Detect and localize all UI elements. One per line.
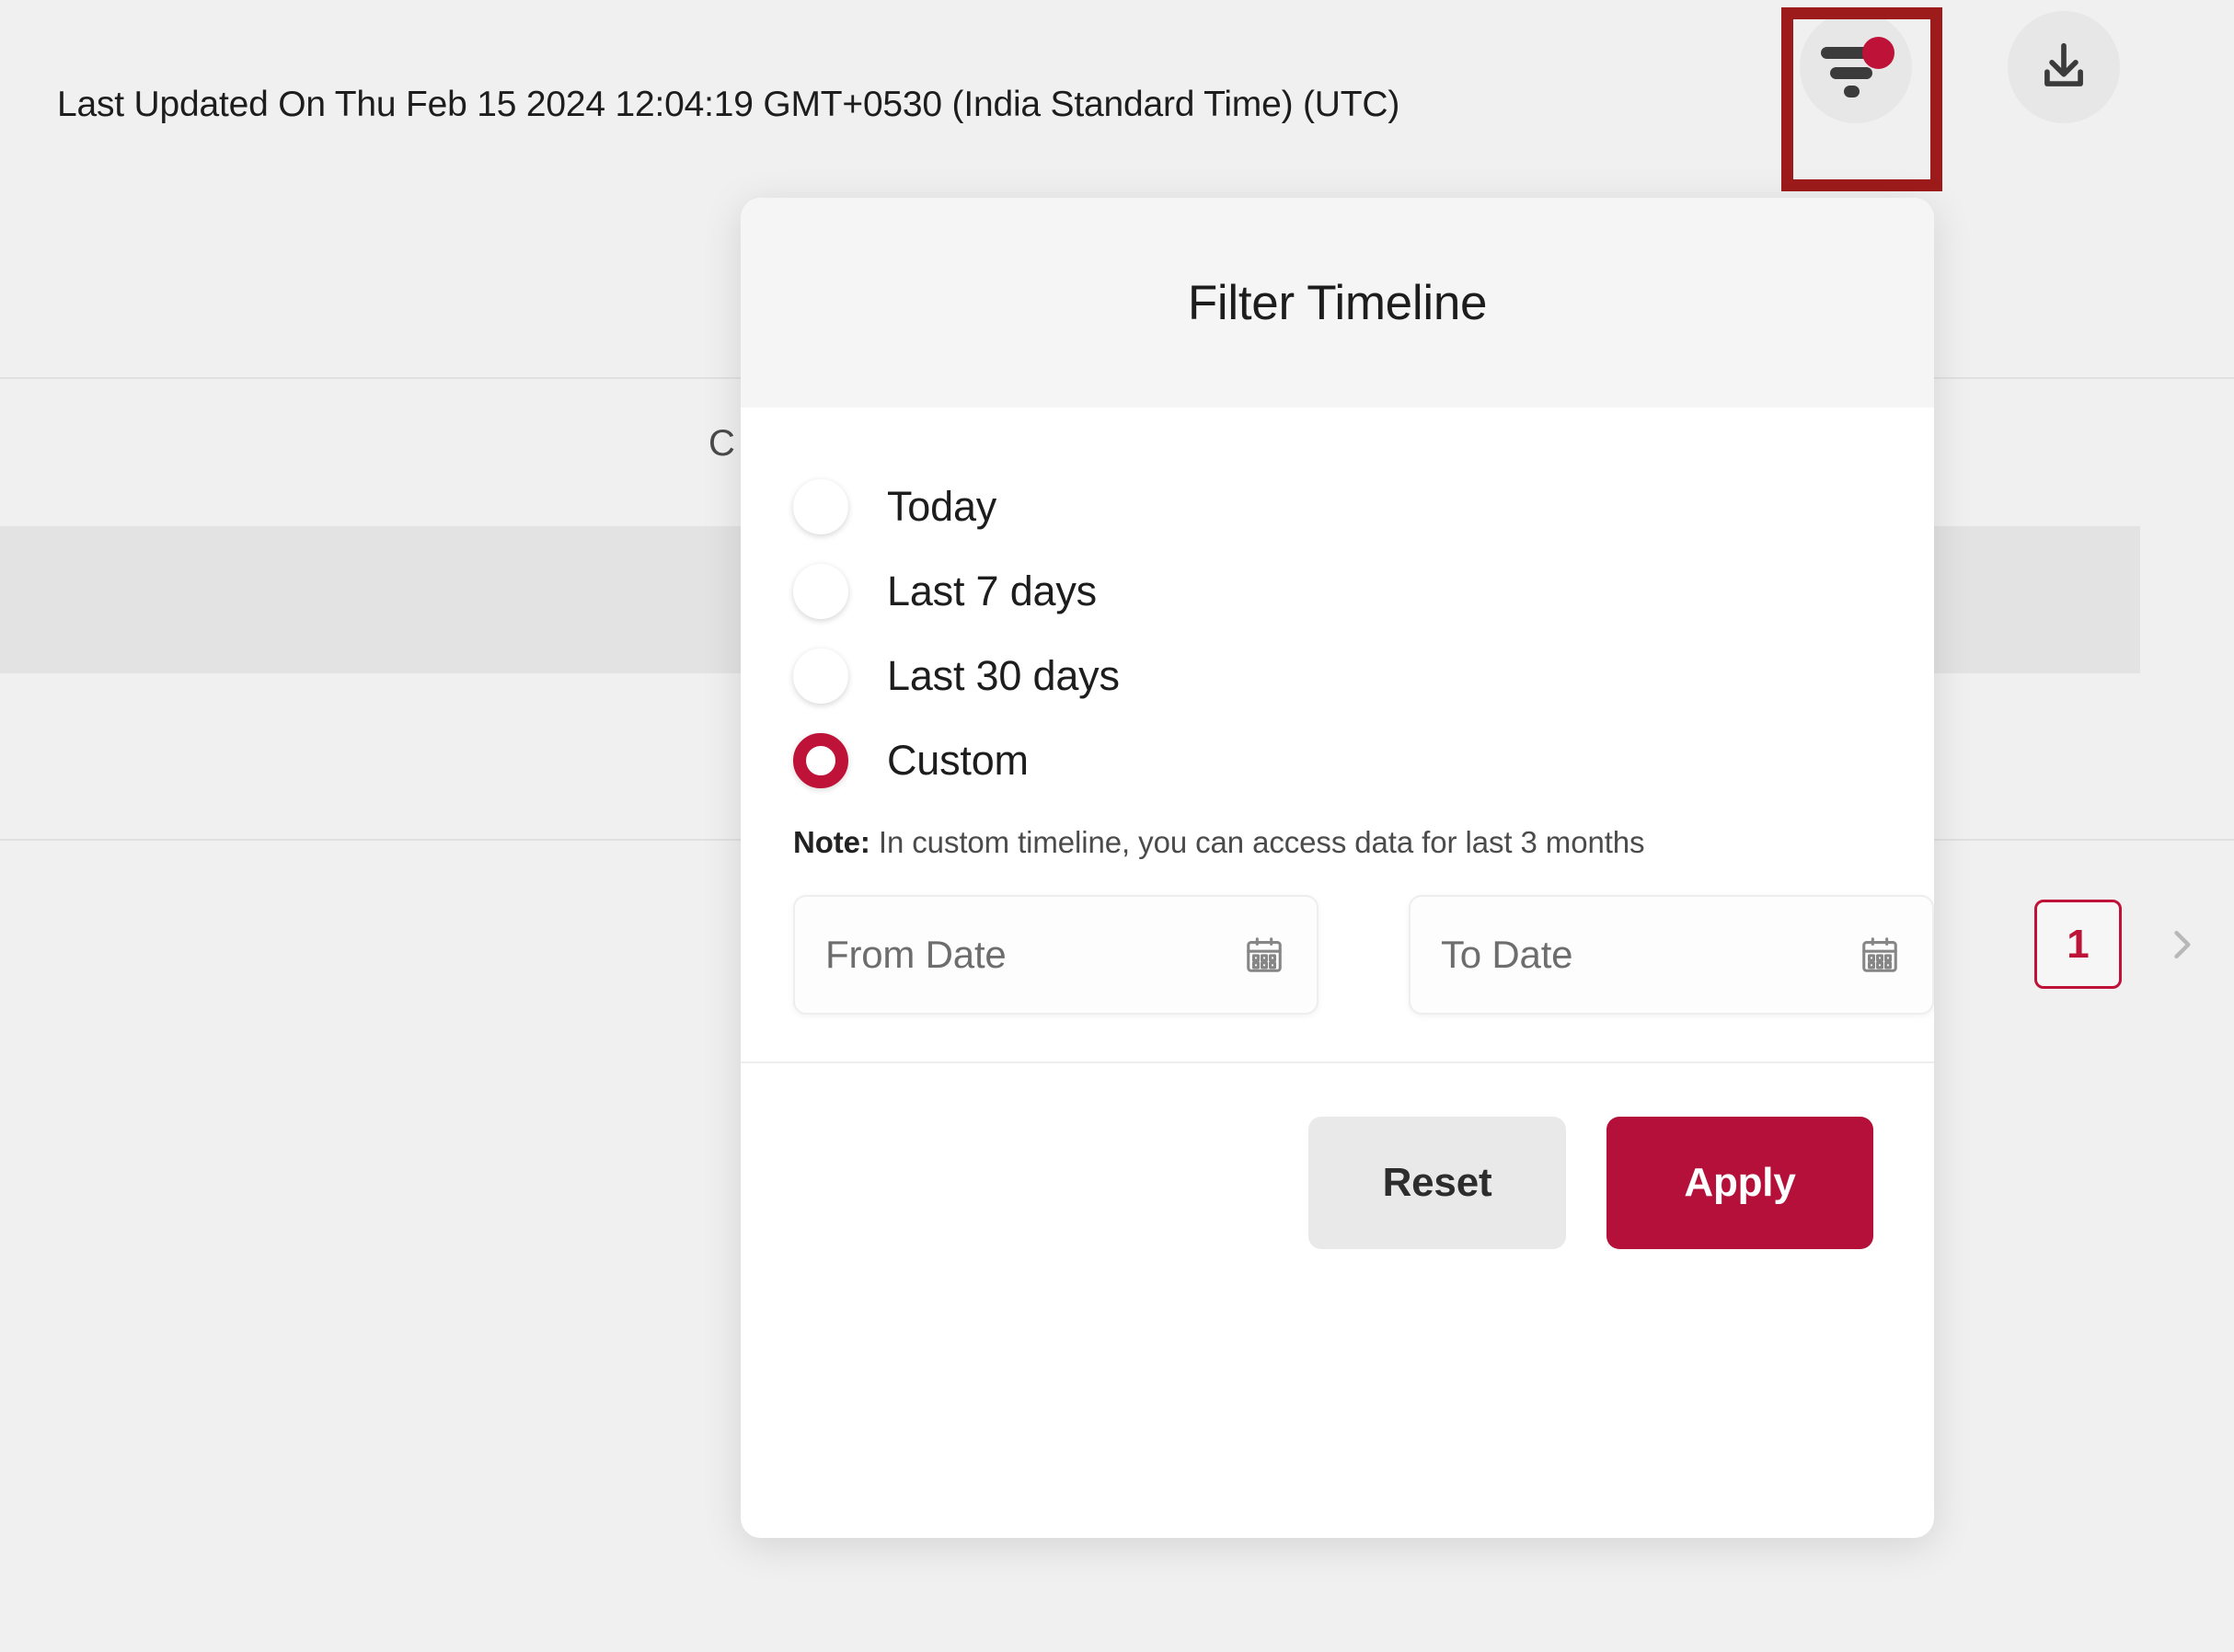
- modal-footer: Reset Apply: [741, 1063, 1934, 1249]
- note-prefix: Note:: [793, 825, 870, 859]
- option-label-last-7-days: Last 7 days: [887, 568, 1097, 614]
- pagination: 1: [2034, 900, 2214, 989]
- filter-timeline-modal: Filter Timeline Today Last 7 days Last 3…: [741, 198, 1934, 1538]
- from-date-placeholder: From Date: [825, 933, 1007, 976]
- pagination-page-1[interactable]: 1: [2034, 900, 2122, 989]
- apply-button[interactable]: Apply: [1606, 1117, 1873, 1249]
- option-last-30-days[interactable]: Last 30 days: [793, 634, 1934, 718]
- date-range-fields: From Date To Date: [793, 895, 1934, 1015]
- radio-last-30-days[interactable]: [793, 648, 848, 704]
- note-text: In custom timeline, you can access data …: [869, 825, 1645, 859]
- option-custom[interactable]: Custom: [793, 718, 1934, 803]
- last-updated-text: Last Updated On Thu Feb 15 2024 12:04:19…: [57, 85, 1400, 124]
- calendar-icon[interactable]: [1859, 934, 1901, 976]
- filter-button[interactable]: [1800, 11, 1912, 123]
- timeline-options-group: Today Last 7 days Last 30 days Custom: [741, 407, 1934, 803]
- option-label-last-30-days: Last 30 days: [887, 652, 1120, 699]
- option-label-today: Today: [887, 483, 997, 530]
- custom-timeline-note: Note: In custom timeline, you can access…: [793, 825, 1934, 860]
- to-date-placeholder: To Date: [1441, 933, 1573, 976]
- download-icon: [2044, 42, 2083, 86]
- option-label-custom: Custom: [887, 737, 1029, 784]
- radio-last-7-days[interactable]: [793, 564, 848, 619]
- active-filter-dot-icon: [1862, 37, 1894, 69]
- to-date-field[interactable]: To Date: [1409, 895, 1934, 1015]
- download-button[interactable]: [2008, 11, 2120, 123]
- option-today[interactable]: Today: [793, 465, 1934, 549]
- option-last-7-days[interactable]: Last 7 days: [793, 549, 1934, 634]
- modal-body: Today Last 7 days Last 30 days Custom No…: [741, 407, 1934, 1249]
- filter-icon: [1821, 37, 1894, 98]
- radio-custom[interactable]: [793, 733, 848, 788]
- page-root: Last Updated On Thu Feb 15 2024 12:04:19…: [0, 0, 2234, 1652]
- table-header-text: C: [708, 423, 735, 464]
- pagination-next-button[interactable]: [2149, 903, 2214, 986]
- radio-today[interactable]: [793, 479, 848, 534]
- from-date-field[interactable]: From Date: [793, 895, 1319, 1015]
- modal-header: Filter Timeline: [741, 198, 1934, 407]
- reset-button[interactable]: Reset: [1308, 1117, 1566, 1249]
- top-bar: Last Updated On Thu Feb 15 2024 12:04:19…: [0, 0, 2234, 198]
- modal-title: Filter Timeline: [1187, 275, 1488, 330]
- calendar-icon[interactable]: [1243, 934, 1285, 976]
- filter-bar-bottom: [1844, 86, 1860, 98]
- chevron-right-icon: [2174, 930, 2191, 958]
- filter-bar-middle: [1830, 67, 1872, 79]
